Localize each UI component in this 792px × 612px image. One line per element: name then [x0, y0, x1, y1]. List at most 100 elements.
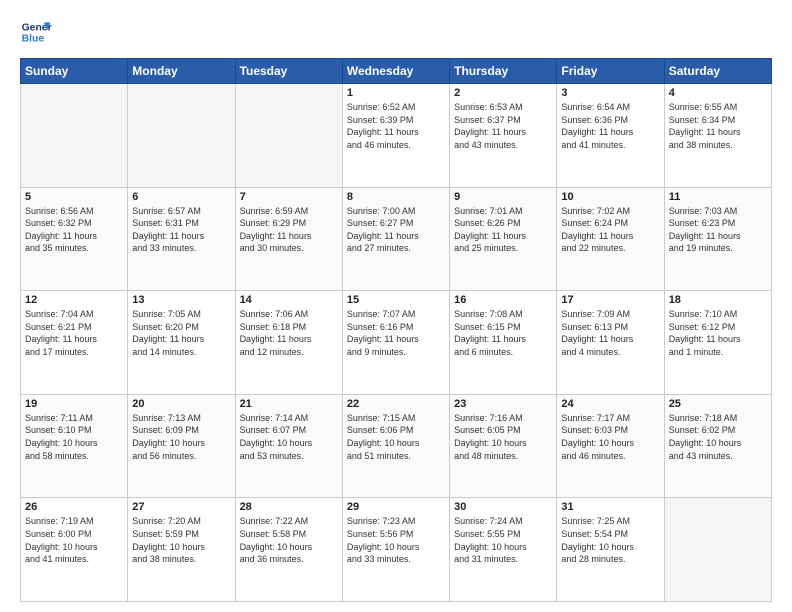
weekday-sunday: Sunday	[21, 59, 128, 84]
day-number: 17	[561, 294, 659, 306]
calendar-cell: 19Sunrise: 7:11 AM Sunset: 6:10 PM Dayli…	[21, 394, 128, 498]
calendar-cell: 31Sunrise: 7:25 AM Sunset: 5:54 PM Dayli…	[557, 498, 664, 602]
header: General Blue	[20, 16, 772, 48]
calendar-cell: 23 Sunrise: 7:16 AM Sunset: 6:05 PM Dayli…	[450, 394, 557, 498]
day-content: Sunrise: 7:00 AM Sunset: 6:27 PM Dayligh…	[347, 205, 445, 255]
day-content: Sunrise: 7:23 AM Sunset: 5:56 PM Dayligh…	[347, 515, 445, 565]
calendar-cell: 1 Sunrise: 6:52 AM Sunset: 6:39 PM Daylig…	[342, 84, 449, 188]
logo: General Blue	[20, 16, 52, 48]
calendar-cell: 27 Sunrise: 7:20 AM Sunset: 5:59 PM Dayli…	[128, 498, 235, 602]
day-content: Sunrise: 6:57 AM Sunset: 6:31 PM Dayligh…	[132, 205, 230, 255]
calendar-cell	[21, 84, 128, 188]
weekday-thursday: Thursday	[450, 59, 557, 84]
day-content: Sunrise: 7:09 AM Sunset: 6:13 PM Dayligh…	[561, 308, 659, 358]
calendar-cell: 6 Sunrise: 6:57 AM Sunset: 6:31 PM Daylig…	[128, 187, 235, 291]
week-row-0: 1 Sunrise: 6:52 AM Sunset: 6:39 PM Daylig…	[21, 84, 772, 188]
calendar-cell: 11 Sunrise: 7:03 AM Sunset: 6:23 PM Dayli…	[664, 187, 771, 291]
day-content: Sunrise: 7:05 AM Sunset: 6:20 PM Dayligh…	[132, 308, 230, 358]
weekday-tuesday: Tuesday	[235, 59, 342, 84]
day-number: 16	[454, 294, 552, 306]
day-number: 8	[347, 191, 445, 203]
day-content: Sunrise: 7:19 AM Sunset: 6:00 PM Dayligh…	[25, 515, 123, 565]
week-row-4: 26 Sunrise: 7:19 AM Sunset: 6:00 PM Dayli…	[21, 498, 772, 602]
calendar-cell: 9Sunrise: 7:01 AM Sunset: 6:26 PM Daylig…	[450, 187, 557, 291]
day-number: 27	[132, 501, 230, 513]
day-number: 3	[561, 87, 659, 99]
calendar-cell	[664, 498, 771, 602]
day-content: Sunrise: 7:14 AM Sunset: 6:07 PM Dayligh…	[240, 412, 338, 462]
calendar-cell: 16 Sunrise: 7:08 AM Sunset: 6:15 PM Dayli…	[450, 291, 557, 395]
day-number: 25	[669, 398, 767, 410]
calendar-cell: 22 Sunrise: 7:15 AM Sunset: 6:06 PM Dayli…	[342, 394, 449, 498]
day-number: 4	[669, 87, 767, 99]
calendar-cell: 28Sunrise: 7:22 AM Sunset: 5:58 PM Dayli…	[235, 498, 342, 602]
calendar-cell: 14 Sunrise: 7:06 AM Sunset: 6:18 PM Dayli…	[235, 291, 342, 395]
calendar-cell: 12 Sunrise: 7:04 AM Sunset: 6:21 PM Dayli…	[21, 291, 128, 395]
calendar-cell: 25 Sunrise: 7:18 AM Sunset: 6:02 PM Dayli…	[664, 394, 771, 498]
svg-text:Blue: Blue	[22, 34, 45, 45]
day-content: Sunrise: 7:16 AM Sunset: 6:05 PM Dayligh…	[454, 412, 552, 462]
day-number: 10	[561, 191, 659, 203]
week-row-3: 19Sunrise: 7:11 AM Sunset: 6:10 PM Dayli…	[21, 394, 772, 498]
day-content: Sunrise: 7:18 AM Sunset: 6:02 PM Dayligh…	[669, 412, 767, 462]
day-content: Sunrise: 6:52 AM Sunset: 6:39 PM Dayligh…	[347, 101, 445, 151]
day-content: Sunrise: 6:55 AM Sunset: 6:34 PM Dayligh…	[669, 101, 767, 151]
day-number: 12	[25, 294, 123, 306]
weekday-header-row: SundayMondayTuesdayWednesdayThursdayFrid…	[21, 59, 772, 84]
day-number: 14	[240, 294, 338, 306]
day-content: Sunrise: 7:02 AM Sunset: 6:24 PM Dayligh…	[561, 205, 659, 255]
day-content: Sunrise: 7:25 AM Sunset: 5:54 PM Dayligh…	[561, 515, 659, 565]
calendar-cell: 5 Sunrise: 6:56 AM Sunset: 6:32 PM Daylig…	[21, 187, 128, 291]
day-content: Sunrise: 7:03 AM Sunset: 6:23 PM Dayligh…	[669, 205, 767, 255]
day-number: 1	[347, 87, 445, 99]
day-number: 20	[132, 398, 230, 410]
day-number: 15	[347, 294, 445, 306]
day-number: 18	[669, 294, 767, 306]
day-number: 22	[347, 398, 445, 410]
day-number: 6	[132, 191, 230, 203]
day-content: Sunrise: 7:06 AM Sunset: 6:18 PM Dayligh…	[240, 308, 338, 358]
day-number: 19	[25, 398, 123, 410]
calendar-cell: 30 Sunrise: 7:24 AM Sunset: 5:55 PM Dayli…	[450, 498, 557, 602]
day-content: Sunrise: 7:08 AM Sunset: 6:15 PM Dayligh…	[454, 308, 552, 358]
calendar-cell: 20Sunrise: 7:13 AM Sunset: 6:09 PM Dayli…	[128, 394, 235, 498]
weekday-friday: Friday	[557, 59, 664, 84]
day-content: Sunrise: 7:04 AM Sunset: 6:21 PM Dayligh…	[25, 308, 123, 358]
day-number: 23	[454, 398, 552, 410]
calendar-cell: 7Sunrise: 6:59 AM Sunset: 6:29 PM Daylig…	[235, 187, 342, 291]
day-content: Sunrise: 7:20 AM Sunset: 5:59 PM Dayligh…	[132, 515, 230, 565]
week-row-2: 12 Sunrise: 7:04 AM Sunset: 6:21 PM Dayli…	[21, 291, 772, 395]
day-content: Sunrise: 6:53 AM Sunset: 6:37 PM Dayligh…	[454, 101, 552, 151]
day-number: 2	[454, 87, 552, 99]
day-content: Sunrise: 7:07 AM Sunset: 6:16 PM Dayligh…	[347, 308, 445, 358]
calendar-cell	[128, 84, 235, 188]
calendar-cell: 13 Sunrise: 7:05 AM Sunset: 6:20 PM Dayli…	[128, 291, 235, 395]
weekday-saturday: Saturday	[664, 59, 771, 84]
logo-icon: General Blue	[20, 16, 52, 48]
calendar-cell: 24Sunrise: 7:17 AM Sunset: 6:03 PM Dayli…	[557, 394, 664, 498]
calendar-cell: 4 Sunrise: 6:55 AM Sunset: 6:34 PM Daylig…	[664, 84, 771, 188]
day-number: 5	[25, 191, 123, 203]
day-number: 29	[347, 501, 445, 513]
day-number: 11	[669, 191, 767, 203]
calendar-cell: 8 Sunrise: 7:00 AM Sunset: 6:27 PM Daylig…	[342, 187, 449, 291]
calendar-cell: 26 Sunrise: 7:19 AM Sunset: 6:00 PM Dayli…	[21, 498, 128, 602]
calendar-cell: 15 Sunrise: 7:07 AM Sunset: 6:16 PM Dayli…	[342, 291, 449, 395]
day-number: 26	[25, 501, 123, 513]
calendar-cell: 18Sunrise: 7:10 AM Sunset: 6:12 PM Dayli…	[664, 291, 771, 395]
calendar-cell: 2 Sunrise: 6:53 AM Sunset: 6:37 PM Daylig…	[450, 84, 557, 188]
day-number: 13	[132, 294, 230, 306]
day-content: Sunrise: 6:56 AM Sunset: 6:32 PM Dayligh…	[25, 205, 123, 255]
day-number: 24	[561, 398, 659, 410]
week-row-1: 5 Sunrise: 6:56 AM Sunset: 6:32 PM Daylig…	[21, 187, 772, 291]
calendar-cell: 29 Sunrise: 7:23 AM Sunset: 5:56 PM Dayli…	[342, 498, 449, 602]
day-content: Sunrise: 7:15 AM Sunset: 6:06 PM Dayligh…	[347, 412, 445, 462]
calendar-cell: 21Sunrise: 7:14 AM Sunset: 6:07 PM Dayli…	[235, 394, 342, 498]
page: General Blue SundayMondayTuesdayWednesda…	[0, 0, 792, 612]
day-content: Sunrise: 7:24 AM Sunset: 5:55 PM Dayligh…	[454, 515, 552, 565]
day-number: 30	[454, 501, 552, 513]
day-content: Sunrise: 6:59 AM Sunset: 6:29 PM Dayligh…	[240, 205, 338, 255]
calendar-cell	[235, 84, 342, 188]
weekday-monday: Monday	[128, 59, 235, 84]
calendar-cell: 17 Sunrise: 7:09 AM Sunset: 6:13 PM Dayli…	[557, 291, 664, 395]
